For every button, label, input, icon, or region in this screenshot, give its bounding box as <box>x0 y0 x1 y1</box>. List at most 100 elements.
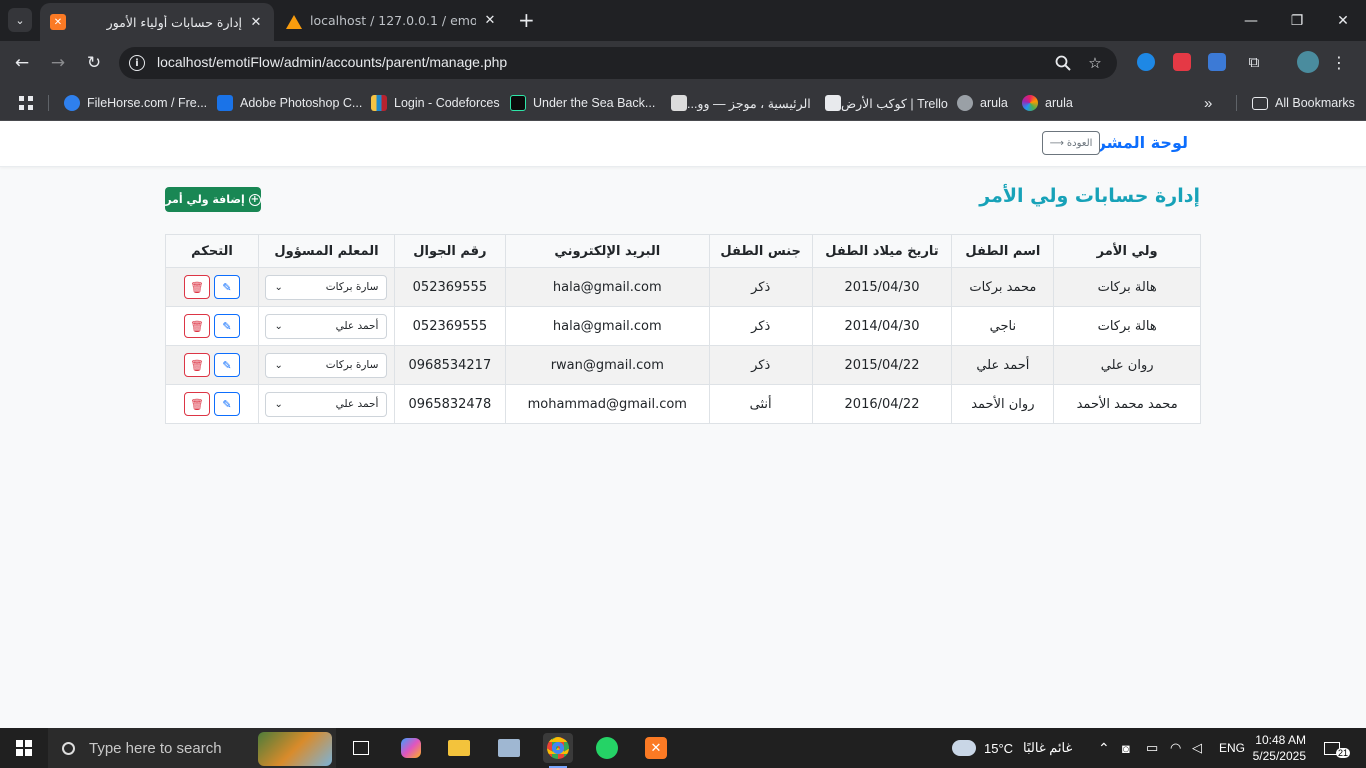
delete-button[interactable]: 🗑 <box>183 353 210 377</box>
tab-close-icon[interactable]: ✕ <box>248 15 264 30</box>
taskbar-search[interactable]: Type here to search <box>48 728 336 768</box>
trash-icon: 🗑 <box>190 319 204 333</box>
bookmark-trello[interactable]: Trello | كوكب الأرض <box>818 93 948 113</box>
start-button[interactable] <box>0 728 48 768</box>
minimize-icon[interactable]: — <box>1228 0 1274 41</box>
weather-widget[interactable]: 15°C غائم غالبًا <box>952 728 1072 768</box>
teacher-select[interactable]: أحمد علي ⌄ <box>265 313 388 339</box>
delete-button[interactable]: 🗑 <box>183 314 210 338</box>
pencil-icon: ✎ <box>222 319 232 333</box>
bookmark-photoshop[interactable]: Adobe Photoshop C... <box>217 93 362 113</box>
chevron-down-icon: ⌄ <box>274 398 283 410</box>
address-bar[interactable]: i localhost/emotiFlow/admin/accounts/par… <box>119 47 1117 79</box>
delete-button[interactable]: 🗑 <box>183 392 210 416</box>
pencil-icon: ✎ <box>222 397 232 411</box>
windows-logo-icon <box>16 740 32 756</box>
edit-button[interactable]: ✎ <box>213 314 240 338</box>
browser-menu-icon[interactable]: ⋮ <box>1330 53 1348 72</box>
child-gender: ذكر <box>708 345 813 385</box>
url-text: localhost/emotiFlow/admin/accounts/paren… <box>157 54 508 70</box>
column-header: رقم الجوال <box>393 234 506 268</box>
site-info-icon[interactable]: i <box>129 55 145 71</box>
tab-active[interactable]: ✕ إدارة حسابات أولياء الأمور ✕ <box>40 3 274 41</box>
bookmark-arula-2[interactable]: arula <box>1022 93 1073 113</box>
column-header: البريد الإلكتروني <box>504 234 710 268</box>
actions-cell: 🗑 ✎ <box>165 345 259 385</box>
extension-pdf-icon[interactable] <box>1173 53 1191 71</box>
arrow-right-icon: ⟶ <box>1049 137 1064 149</box>
bookmark-under-the-sea[interactable]: Under the Sea Back... <box>510 93 655 113</box>
clock[interactable]: 10:48 AM 5/25/2025 <box>1252 728 1306 768</box>
edit-button[interactable]: ✎ <box>213 275 240 299</box>
back-button[interactable]: العودة ⟶ <box>1042 131 1100 155</box>
child-name: روان الأحمد <box>951 384 1055 424</box>
task-view-icon[interactable] <box>346 733 376 763</box>
column-header: ولي الأمر <box>1053 234 1201 268</box>
page-icon <box>671 95 687 111</box>
camera-icon[interactable]: ◙ <box>1122 728 1130 768</box>
delete-button[interactable]: 🗑 <box>183 275 210 299</box>
battery-icon[interactable]: ▭ <box>1146 728 1158 768</box>
apps-grid-icon[interactable] <box>18 93 34 113</box>
tab-close-icon[interactable]: ✕ <box>482 13 498 28</box>
file-explorer-icon[interactable] <box>444 733 474 763</box>
bookmark-arabic-home[interactable]: الرئيسية ، موجز — وو... <box>664 93 811 113</box>
bookmark-star-icon[interactable]: ☆ <box>1085 53 1105 73</box>
search-highlight-icon <box>258 732 332 766</box>
add-parent-label: إضافة ولي أمر <box>165 193 245 206</box>
wifi-icon[interactable]: ◠ <box>1170 728 1181 768</box>
column-header: التحكم <box>165 234 259 268</box>
all-bookmarks[interactable]: All Bookmarks <box>1252 93 1355 113</box>
add-parent-button[interactable]: + إضافة ولي أمر <box>165 187 261 212</box>
taskbar-search-placeholder: Type here to search <box>89 739 222 757</box>
snipping-tool-icon[interactable] <box>494 733 524 763</box>
extension-color-icon[interactable] <box>1137 53 1155 71</box>
restore-icon[interactable]: ❐ <box>1274 0 1320 41</box>
page-title: إدارة حسابات ولي الأمر <box>979 185 1200 207</box>
more-bookmarks-chevron-icon[interactable]: » <box>1204 93 1212 113</box>
edit-button[interactable]: ✎ <box>213 353 240 377</box>
close-window-icon[interactable]: ✕ <box>1320 0 1366 41</box>
new-tab-icon[interactable]: + <box>518 8 535 32</box>
email: mohammad@gmail.com <box>504 384 710 424</box>
bookmark-filehorse[interactable]: FileHorse.com / Fre... <box>64 93 207 113</box>
tab-phpmyadmin[interactable]: localhost / 127.0.0.1 / emotiflow ✕ <box>276 0 508 41</box>
profile-avatar[interactable] <box>1297 51 1319 73</box>
bookmark-arula-1[interactable]: arula <box>957 93 1008 113</box>
reload-icon[interactable]: ↻ <box>82 51 106 75</box>
browser-toolbar: ← → ↻ i localhost/emotiFlow/admin/accoun… <box>0 41 1366 85</box>
extension-fi-icon[interactable] <box>1208 53 1226 71</box>
chrome-icon[interactable] <box>543 733 573 768</box>
extensions-puzzle-icon[interactable]: ⧉ <box>1245 53 1263 71</box>
forward-arrow-icon[interactable]: → <box>46 51 70 75</box>
notifications-button[interactable]: 21 <box>1324 728 1351 768</box>
edit-button[interactable]: ✎ <box>213 392 240 416</box>
capcut-icon <box>510 95 526 111</box>
teacher-select[interactable]: سارة بركات ⌄ <box>265 352 388 378</box>
language-indicator[interactable]: ENG <box>1219 728 1245 768</box>
volume-icon[interactable]: ◁ <box>1192 728 1202 768</box>
email: hala@gmail.com <box>504 306 710 346</box>
table-row: روان علي أحمد علي 2015/04/22 ذكر rwan@gm… <box>165 345 1201 385</box>
tab-search-button[interactable]: ⌄ <box>8 8 32 32</box>
whatsapp-icon[interactable] <box>592 733 622 763</box>
parents-table: ولي الأمر اسم الطفل تاريخ ميلاد الطفل جن… <box>165 234 1201 424</box>
bookmark-codeforces[interactable]: Login - Codeforces <box>371 93 500 113</box>
child-dob: 2016/04/22 <box>811 384 953 424</box>
teacher-select[interactable]: أحمد علي ⌄ <box>265 391 388 417</box>
copilot-icon[interactable] <box>396 733 426 763</box>
page-content: لوحة المشرف العودة ⟶ إدارة حسابات ولي ال… <box>0 121 1366 728</box>
phone: 052369555 <box>393 306 506 346</box>
back-arrow-icon[interactable]: ← <box>10 51 34 75</box>
bookmark-label: Adobe Photoshop C... <box>240 96 363 110</box>
zoom-search-icon[interactable] <box>1053 53 1073 73</box>
trash-icon: 🗑 <box>190 358 204 372</box>
teacher-select[interactable]: سارة بركات ⌄ <box>265 274 388 300</box>
bookmark-label: All Bookmarks <box>1275 96 1355 110</box>
xampp-icon[interactable]: ✕ <box>641 733 671 763</box>
tray-overflow-chevron-icon[interactable]: ⌃ <box>1098 728 1110 768</box>
weather-text: غائم غالبًا <box>1023 740 1073 755</box>
table-header-row: ولي الأمر اسم الطفل تاريخ ميلاد الطفل جن… <box>165 234 1201 268</box>
cloud-sun-icon <box>952 740 976 756</box>
child-dob: 2015/04/22 <box>811 345 953 385</box>
